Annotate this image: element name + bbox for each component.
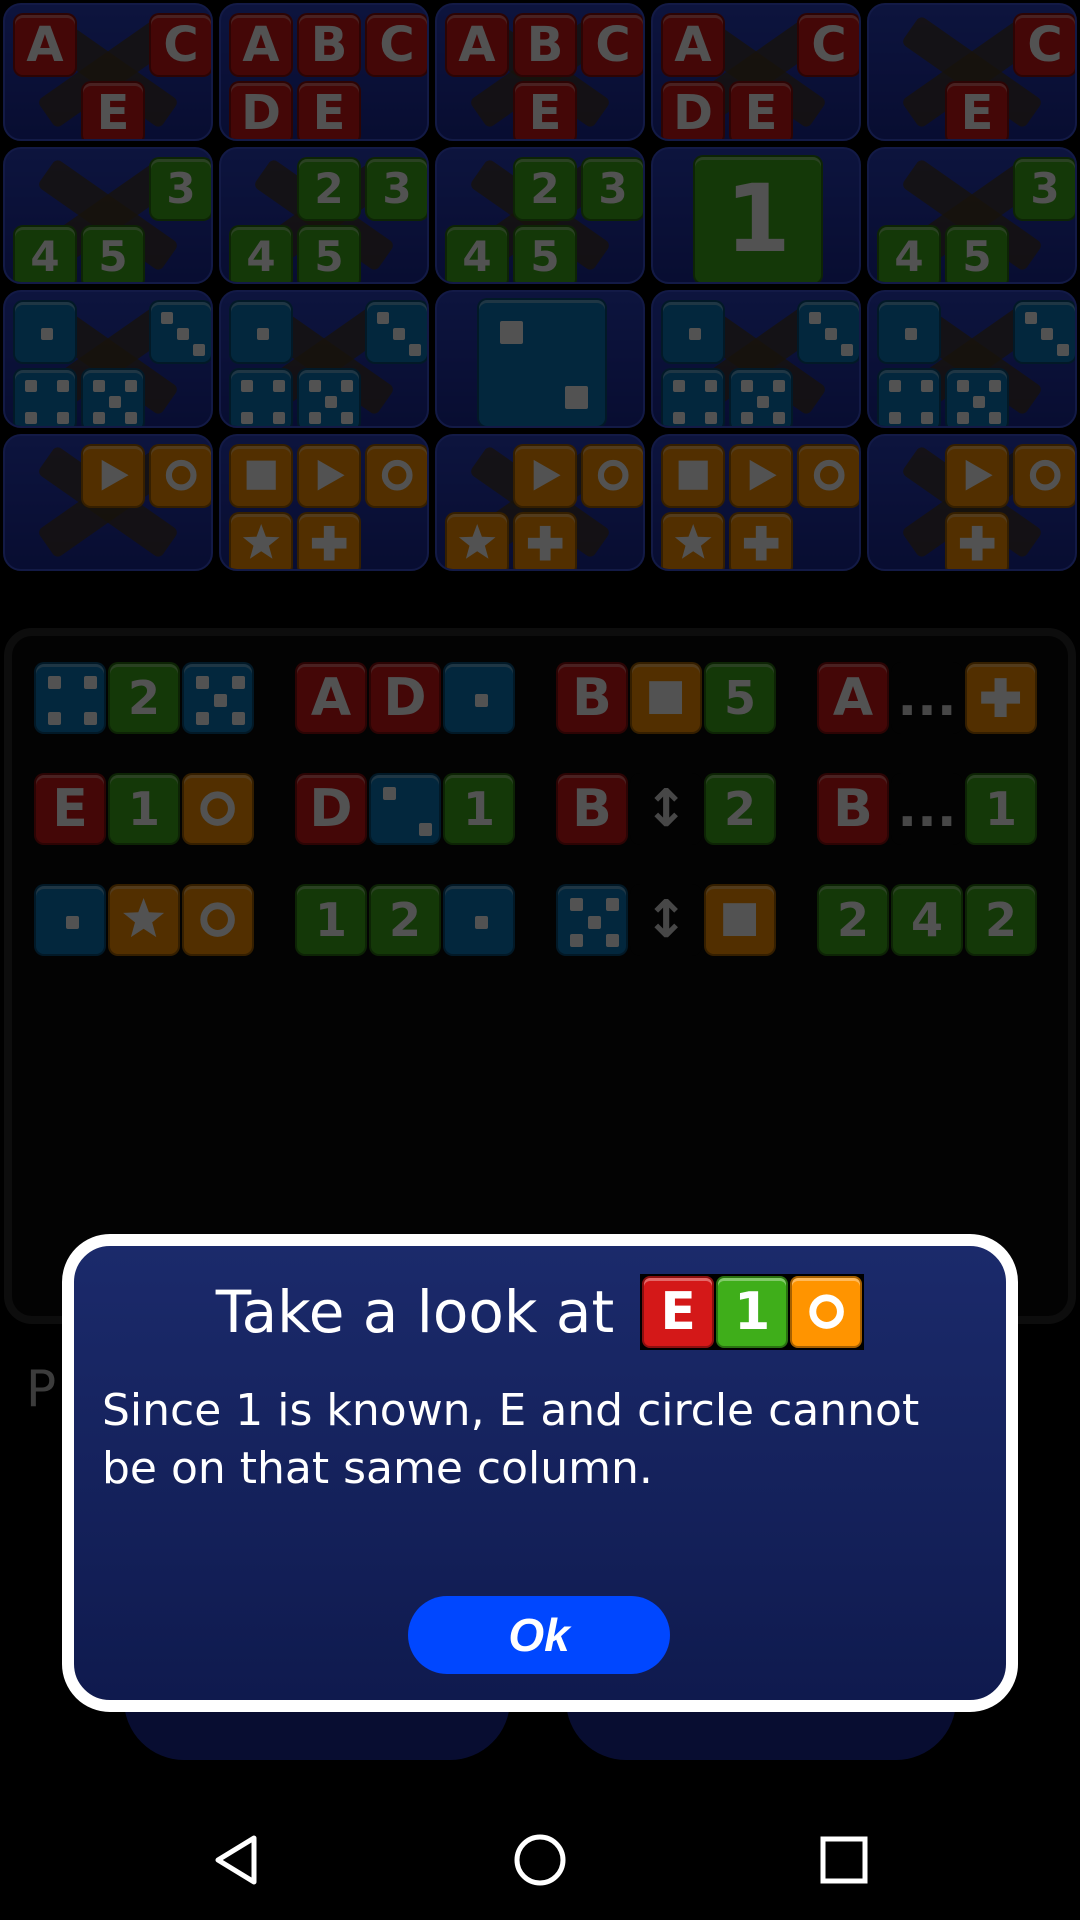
ok-button[interactable]: Ok [408,1596,670,1674]
dialog-message: Since 1 is known, E and circle cannot be… [102,1385,920,1494]
back-icon[interactable] [206,1828,270,1892]
hint-dialog: Take a look at E1 Since 1 is known, E an… [62,1234,1018,1712]
dialog-title-text: Take a look at [215,1278,615,1346]
dialog-title: Take a look at E1 [74,1274,1006,1350]
dialog-clue-tiles: E1 [640,1274,865,1350]
tile-1: 1 [716,1276,789,1348]
tile-E: E [642,1276,715,1348]
recents-icon[interactable] [812,1828,876,1892]
circle-icon [790,1276,863,1348]
home-icon[interactable] [508,1828,572,1892]
system-nav-bar [0,1800,1080,1920]
